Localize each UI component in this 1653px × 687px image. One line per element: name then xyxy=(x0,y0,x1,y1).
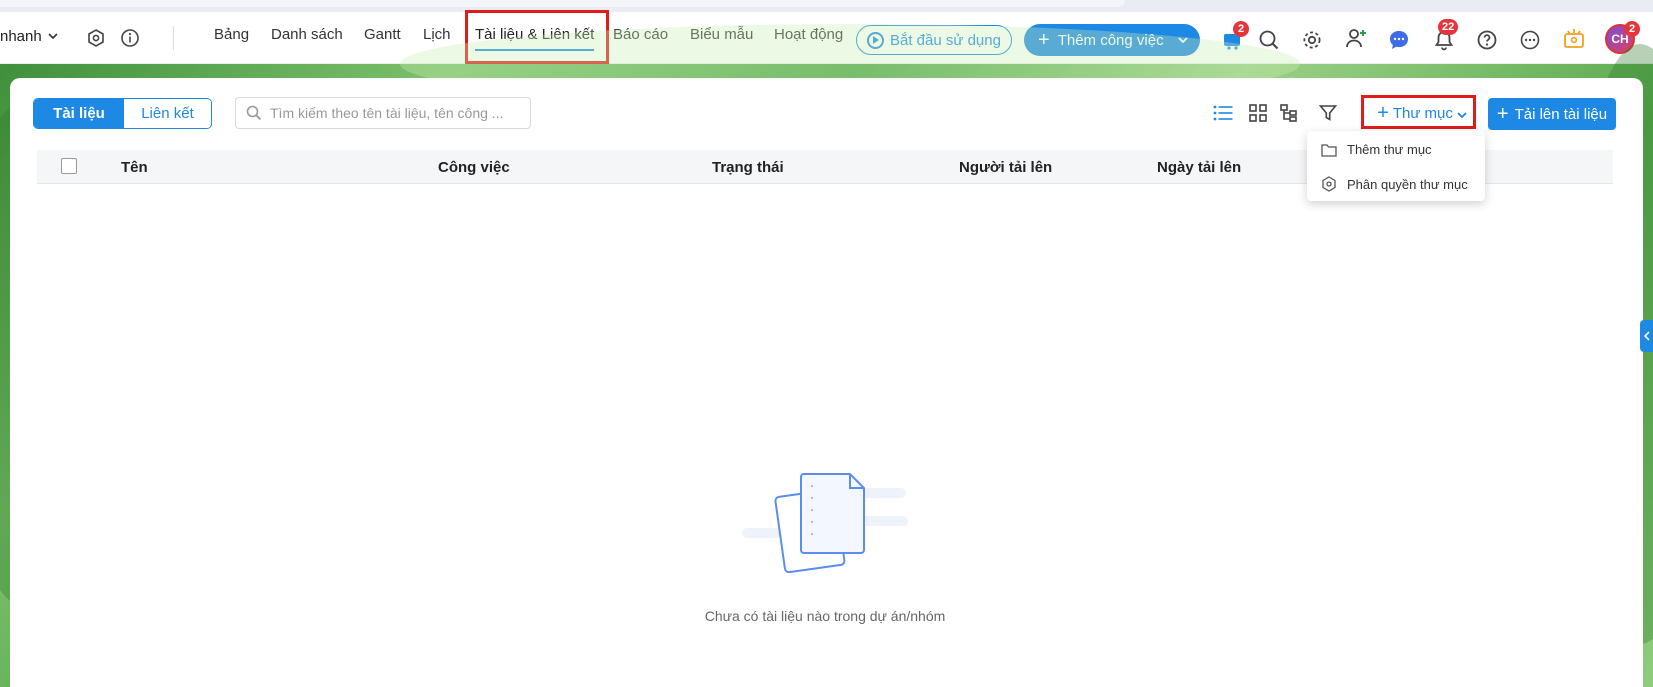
browser-strip xyxy=(0,0,1653,12)
gear-icon[interactable] xyxy=(1300,28,1324,52)
search-input[interactable] xyxy=(270,105,520,121)
divider xyxy=(173,26,174,50)
grid-view-icon[interactable] xyxy=(1247,102,1269,124)
add-member-icon[interactable] xyxy=(1344,26,1368,50)
help-icon[interactable] xyxy=(1475,28,1499,52)
list-view-icon[interactable] xyxy=(1212,102,1234,124)
doc-type-toggle: Tài liệu Liên kết xyxy=(33,98,212,129)
highlight-box-folder-button xyxy=(1361,95,1476,129)
empty-state-illustration xyxy=(742,472,912,582)
tab-documents[interactable]: Tài liệu xyxy=(34,99,124,128)
side-panel-toggle[interactable] xyxy=(1640,320,1653,352)
column-uploader[interactable]: Người tải lên xyxy=(959,159,1052,176)
chat-icon[interactable] xyxy=(1387,28,1411,52)
tab-board[interactable]: Bảng xyxy=(214,26,249,43)
folder-icon xyxy=(1321,143,1337,157)
search-icon xyxy=(246,105,262,121)
cart-badge: 2 xyxy=(1233,21,1249,37)
column-name[interactable]: Tên xyxy=(121,159,148,176)
column-upload-date[interactable]: Ngày tải lên xyxy=(1157,159,1241,176)
filter-icon[interactable] xyxy=(1317,102,1339,124)
project-selector[interactable]: nhanh xyxy=(0,28,58,45)
column-task[interactable]: Công việc xyxy=(438,159,510,176)
search-box xyxy=(235,97,531,129)
select-all-checkbox[interactable] xyxy=(61,158,77,174)
tab-gantt[interactable]: Gantt xyxy=(364,26,401,43)
tab-list[interactable]: Danh sách xyxy=(271,26,343,43)
project-settings-icon[interactable] xyxy=(84,26,108,50)
avatar-badge: 2 xyxy=(1624,21,1640,37)
project-name: nhanh xyxy=(0,28,42,45)
tab-links[interactable]: Liên kết xyxy=(124,99,211,128)
chevron-left-icon xyxy=(1643,331,1650,341)
empty-state-message: Chưa có tài liệu nào trong dự án/nhóm xyxy=(704,608,946,624)
tab-calendar[interactable]: Lịch xyxy=(423,26,451,43)
folder-dropdown-menu: Thêm thư mục Phân quyền thư mục xyxy=(1307,131,1485,201)
upload-document-button[interactable]: + Tải lên tài liệu xyxy=(1488,98,1616,130)
chevron-down-icon xyxy=(48,31,58,42)
tree-view-icon[interactable] xyxy=(1278,102,1300,124)
more-icon[interactable] xyxy=(1518,28,1542,52)
info-icon[interactable] xyxy=(118,26,142,50)
menu-item-folder-permission[interactable]: Phân quyền thư mục xyxy=(1321,176,1468,192)
column-status[interactable]: Trạng thái xyxy=(712,159,784,176)
menu-item-add-folder[interactable]: Thêm thư mục xyxy=(1321,142,1432,157)
plus-icon: + xyxy=(1496,103,1509,125)
permission-icon xyxy=(1322,176,1336,192)
announcement-icon[interactable] xyxy=(1562,26,1586,50)
notification-badge: 22 xyxy=(1438,19,1459,35)
